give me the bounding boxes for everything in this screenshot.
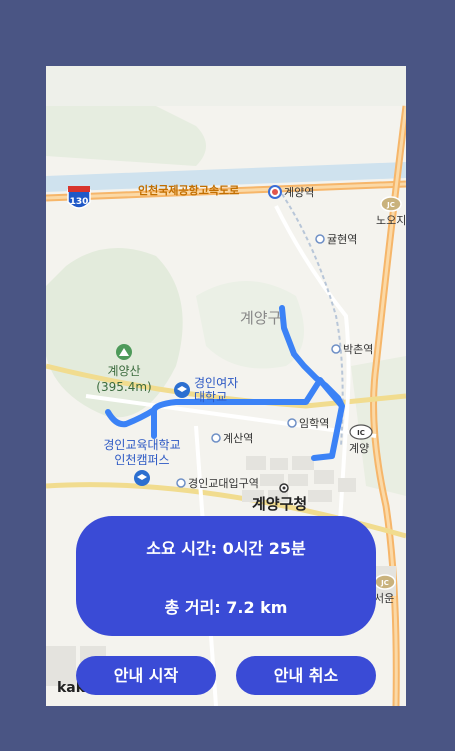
svg-text:JC: JC <box>380 579 389 587</box>
svg-text:(395.4m): (395.4m) <box>96 380 151 394</box>
svg-text:JC: JC <box>386 201 395 209</box>
svg-text:경인교대입구역: 경인교대입구역 <box>188 477 259 490</box>
svg-text:130: 130 <box>70 197 89 207</box>
svg-text:계양역: 계양역 <box>284 186 314 199</box>
station-gyeongin-univ[interactable]: 경인교대입구역 <box>176 477 259 490</box>
svg-text:경인교육대학교: 경인교육대학교 <box>103 438 180 452</box>
district-label: 계양구 <box>240 309 281 327</box>
svg-text:경인여자: 경인여자 <box>194 376 238 390</box>
svg-text:계산역: 계산역 <box>223 432 253 445</box>
svg-text:계양산: 계양산 <box>107 364 140 378</box>
svg-text:IC: IC <box>357 429 365 437</box>
svg-text:박촌역: 박촌역 <box>343 343 373 356</box>
expressway-label: 인천국제공항고속도로 <box>138 183 239 197</box>
svg-text:귤현역: 귤현역 <box>327 233 357 246</box>
svg-text:계양: 계양 <box>349 442 369 455</box>
svg-text:서운: 서운 <box>374 592 394 605</box>
svg-text:인천캠퍼스: 인천캠퍼스 <box>114 452 169 467</box>
svg-text:노오지: 노오지 <box>376 214 406 227</box>
station-gyeyang[interactable]: 계양역 <box>268 185 314 199</box>
start-navigation-button[interactable]: 안내 시작 <box>76 656 216 695</box>
svg-text:임학역: 임학역 <box>299 417 329 430</box>
duration-text: 소요 시간: 0시간 25분 <box>146 539 306 558</box>
phone-screen: 130 인천국제공항고속도로 계양역 귤현역 박촌역 임학역 계산역 경인교대입… <box>46 66 406 706</box>
route-info-card: 소요 시간: 0시간 25분 총 거리: 7.2 km <box>76 516 376 636</box>
distance-text: 총 거리: 7.2 km <box>164 598 288 617</box>
cancel-navigation-button[interactable]: 안내 취소 <box>236 656 376 695</box>
svg-text:대학교: 대학교 <box>194 390 227 404</box>
expressway-shield: 130 <box>67 186 91 209</box>
svg-text:계양구청: 계양구청 <box>252 495 307 513</box>
